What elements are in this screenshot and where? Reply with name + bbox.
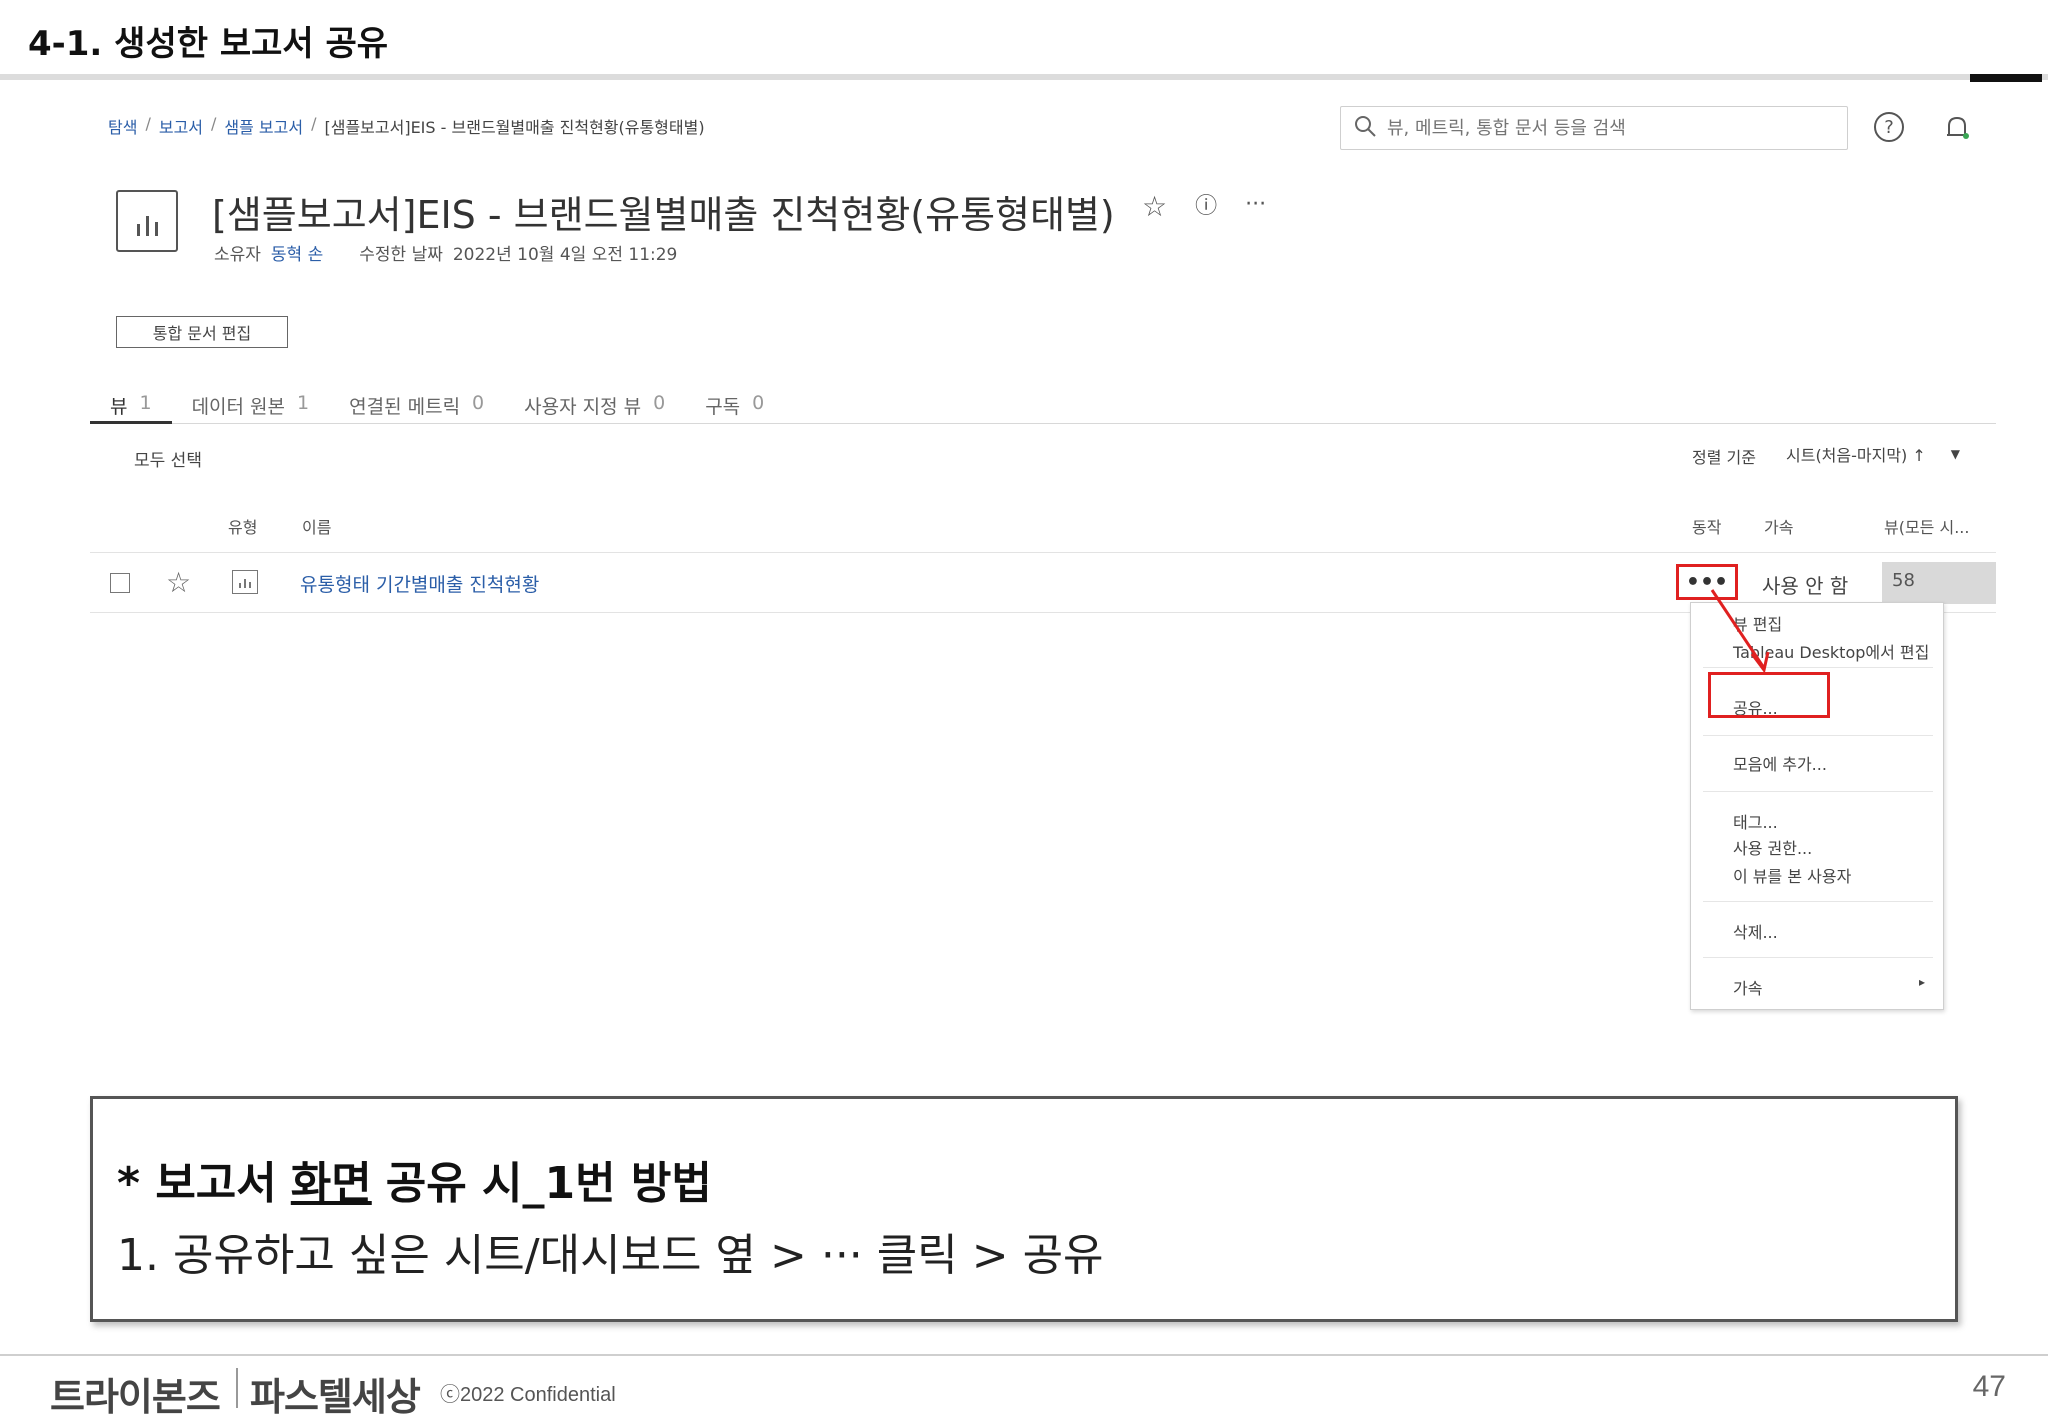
tab-data-sources[interactable]: 데이터 원본 1	[172, 392, 330, 424]
menu-item-delete[interactable]: 삭제...	[1733, 919, 1778, 943]
row-action-more-button[interactable]: •••	[1676, 564, 1738, 600]
menu-separator	[1703, 957, 1933, 958]
col-header-views[interactable]: 뷰(모든 시...	[1884, 514, 1969, 538]
row-divider	[90, 552, 1996, 553]
breadcrumb-separator: /	[145, 114, 151, 133]
menu-separator	[1703, 667, 1933, 668]
more-icon[interactable]: ···	[1245, 190, 1266, 224]
menu-item-edit-in-desktop[interactable]: Tableau Desktop에서 편집	[1733, 639, 1929, 663]
title-divider	[0, 74, 2048, 80]
slide-title: 4-1. 생성한 보고서 공유	[28, 24, 389, 64]
modified-date: 2022년 10월 4일 오전 11:29	[452, 245, 678, 265]
view-name-link[interactable]: 유통형태 기간별매출 진척현황	[300, 570, 539, 597]
search-icon	[1353, 114, 1377, 142]
notification-bell-icon[interactable]	[1940, 110, 1974, 144]
breadcrumb-explore[interactable]: 탐색	[108, 114, 137, 138]
menu-item-tags[interactable]: 태그...	[1733, 809, 1778, 833]
menu-separator	[1703, 901, 1933, 902]
tab-views[interactable]: 뷰1	[90, 392, 172, 424]
svg-text:?: ?	[1884, 117, 1894, 138]
breadcrumb: 탐색 / 보고서 / 샘플 보고서 / [샘플보고서]EIS - 브랜드월별매출…	[108, 114, 705, 138]
row-certified: 사용 안 함	[1762, 574, 1849, 598]
callout-step: 1. 공유하고 싶은 시트/대시보드 옆 > ··· 클릭 > 공유	[117, 1230, 1104, 1281]
content-tabs: 뷰1 데이터 원본 1 연결된 메트릭 0 사용자 지정 뷰0 구독 0	[90, 392, 1996, 424]
edit-workbook-button[interactable]: 통합 문서 편집	[116, 316, 288, 348]
breadcrumb-reports[interactable]: 보고서	[159, 114, 203, 138]
breadcrumb-separator: /	[211, 114, 217, 133]
view-type-icon	[232, 570, 258, 594]
col-header-action: 동작	[1692, 518, 1722, 537]
share-highlight-box	[1708, 672, 1830, 718]
tab-custom-views[interactable]: 사용자 지정 뷰0	[504, 392, 685, 424]
action-context-menu: 뷰 편집 Tableau Desktop에서 편집 공유... 모음에 추가..…	[1690, 602, 1944, 1010]
page-number: 47	[1972, 1370, 2006, 1403]
star-icon[interactable]: ☆	[166, 566, 191, 599]
workbook-icon	[116, 190, 178, 252]
breadcrumb-separator: /	[311, 114, 317, 133]
owner-label: 소유자	[214, 245, 261, 265]
owner-link[interactable]: 동혁 손	[271, 240, 323, 265]
modified-label: 수정한 날짜	[359, 245, 443, 265]
callout-heading: * 보고서 화면 공유 시_1번 방법	[117, 1158, 712, 1209]
sort-label: 정렬 기준	[1692, 448, 1756, 467]
search-input[interactable]	[1387, 117, 1827, 139]
logo-divider	[236, 1368, 238, 1408]
star-icon[interactable]: ☆	[1142, 190, 1167, 224]
menu-separator	[1703, 735, 1933, 736]
col-header-name[interactable]: 이름	[302, 514, 331, 538]
report-title: [샘플보고서]EIS - 브랜드월별매출 진척현황(유통형태별)	[212, 193, 1115, 237]
title-divider-accent	[1970, 74, 2042, 82]
search-box[interactable]	[1340, 106, 1848, 150]
menu-item-edit-view[interactable]: 뷰 편집	[1733, 611, 1782, 635]
tab-subscriptions[interactable]: 구독 0	[685, 392, 784, 424]
row-checkbox[interactable]	[110, 573, 130, 593]
instruction-callout: * 보고서 화면 공유 시_1번 방법 1. 공유하고 싶은 시트/대시보드 옆…	[90, 1096, 1958, 1322]
report-meta: 소유자 동혁 손 수정한 날짜 2022년 10월 4일 오전 11:29	[214, 240, 677, 265]
chevron-down-icon: ▼	[1950, 447, 1960, 461]
sort-select[interactable]: 시트(처음-마지막) ↑ ▼	[1780, 440, 1966, 468]
help-icon[interactable]: ?	[1872, 110, 1906, 144]
menu-separator	[1703, 791, 1933, 792]
menu-item-permissions[interactable]: 사용 권한...	[1733, 835, 1812, 859]
submenu-arrow-icon: ▸	[1919, 975, 1926, 989]
menu-item-add-to-collection[interactable]: 모음에 추가...	[1733, 751, 1827, 775]
footer-divider	[0, 1354, 2048, 1356]
breadcrumb-sample-reports[interactable]: 샘플 보고서	[224, 114, 303, 138]
tribons-logo: 트라이본즈	[50, 1375, 221, 1418]
col-header-certified[interactable]: 가속	[1764, 514, 1793, 538]
select-all[interactable]: 모두 선택	[134, 446, 202, 471]
breadcrumb-current: [샘플보고서]EIS - 브랜드월별매출 진척현황(유통형태별)	[324, 118, 705, 137]
row-view-count: 58	[1882, 562, 1996, 604]
tab-connected-metrics[interactable]: 연결된 메트릭 0	[329, 392, 504, 424]
copyright: ⓒ2022 Confidential	[440, 1384, 616, 1406]
menu-item-acceleration[interactable]: 가속	[1733, 975, 1762, 999]
info-icon[interactable]: ⓘ	[1195, 190, 1217, 224]
pastel-logo: 파스텔세상	[250, 1375, 421, 1418]
col-header-type[interactable]: 유형	[228, 514, 257, 538]
menu-item-who-has-seen[interactable]: 이 뷰를 본 사용자	[1733, 863, 1851, 887]
